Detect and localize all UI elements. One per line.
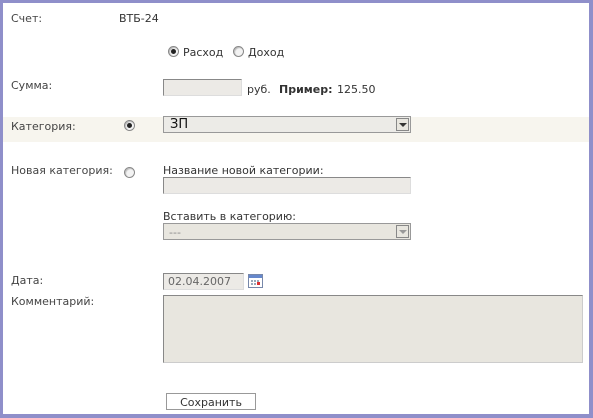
- income-radio[interactable]: [233, 46, 244, 57]
- account-label: Счет:: [11, 12, 43, 25]
- chevron-down-icon[interactable]: [396, 118, 409, 131]
- calendar-icon[interactable]: [248, 274, 263, 288]
- income-radio-label[interactable]: Доход: [248, 46, 284, 59]
- comment-label: Комментарий:: [11, 295, 95, 308]
- amount-example-label: Пример:: [279, 83, 333, 96]
- parent-category-select-value: ---: [169, 226, 181, 239]
- save-button[interactable]: Сохранить: [166, 393, 256, 410]
- new-category-name-label: Название новой категории:: [163, 164, 324, 177]
- transaction-form: Счет: ВТБ-24 Расход Доход Сумма: руб. Пр…: [3, 3, 589, 414]
- expense-radio-label[interactable]: Расход: [183, 46, 223, 59]
- amount-label: Сумма:: [11, 79, 53, 92]
- comment-textarea[interactable]: [163, 295, 583, 363]
- category-select[interactable]: ЗП: [163, 116, 411, 133]
- category-label: Категория:: [11, 120, 76, 133]
- date-label: Дата:: [11, 274, 44, 287]
- amount-example-value: 125.50: [337, 83, 376, 96]
- category-radio[interactable]: [124, 120, 135, 131]
- parent-category-select[interactable]: ---: [163, 223, 411, 240]
- date-input[interactable]: 02.04.2007: [163, 273, 244, 290]
- new-category-name-input[interactable]: [163, 177, 411, 194]
- category-select-value: ЗП: [170, 117, 189, 132]
- new-category-label: Новая категория:: [11, 164, 113, 177]
- amount-input[interactable]: [163, 79, 242, 96]
- amount-currency: руб.: [247, 83, 271, 96]
- account-value: ВТБ-24: [119, 12, 159, 25]
- expense-radio[interactable]: [168, 46, 179, 57]
- new-category-radio[interactable]: [124, 167, 135, 178]
- chevron-down-icon[interactable]: [396, 225, 409, 238]
- parent-category-label: Вставить в категорию:: [163, 210, 296, 223]
